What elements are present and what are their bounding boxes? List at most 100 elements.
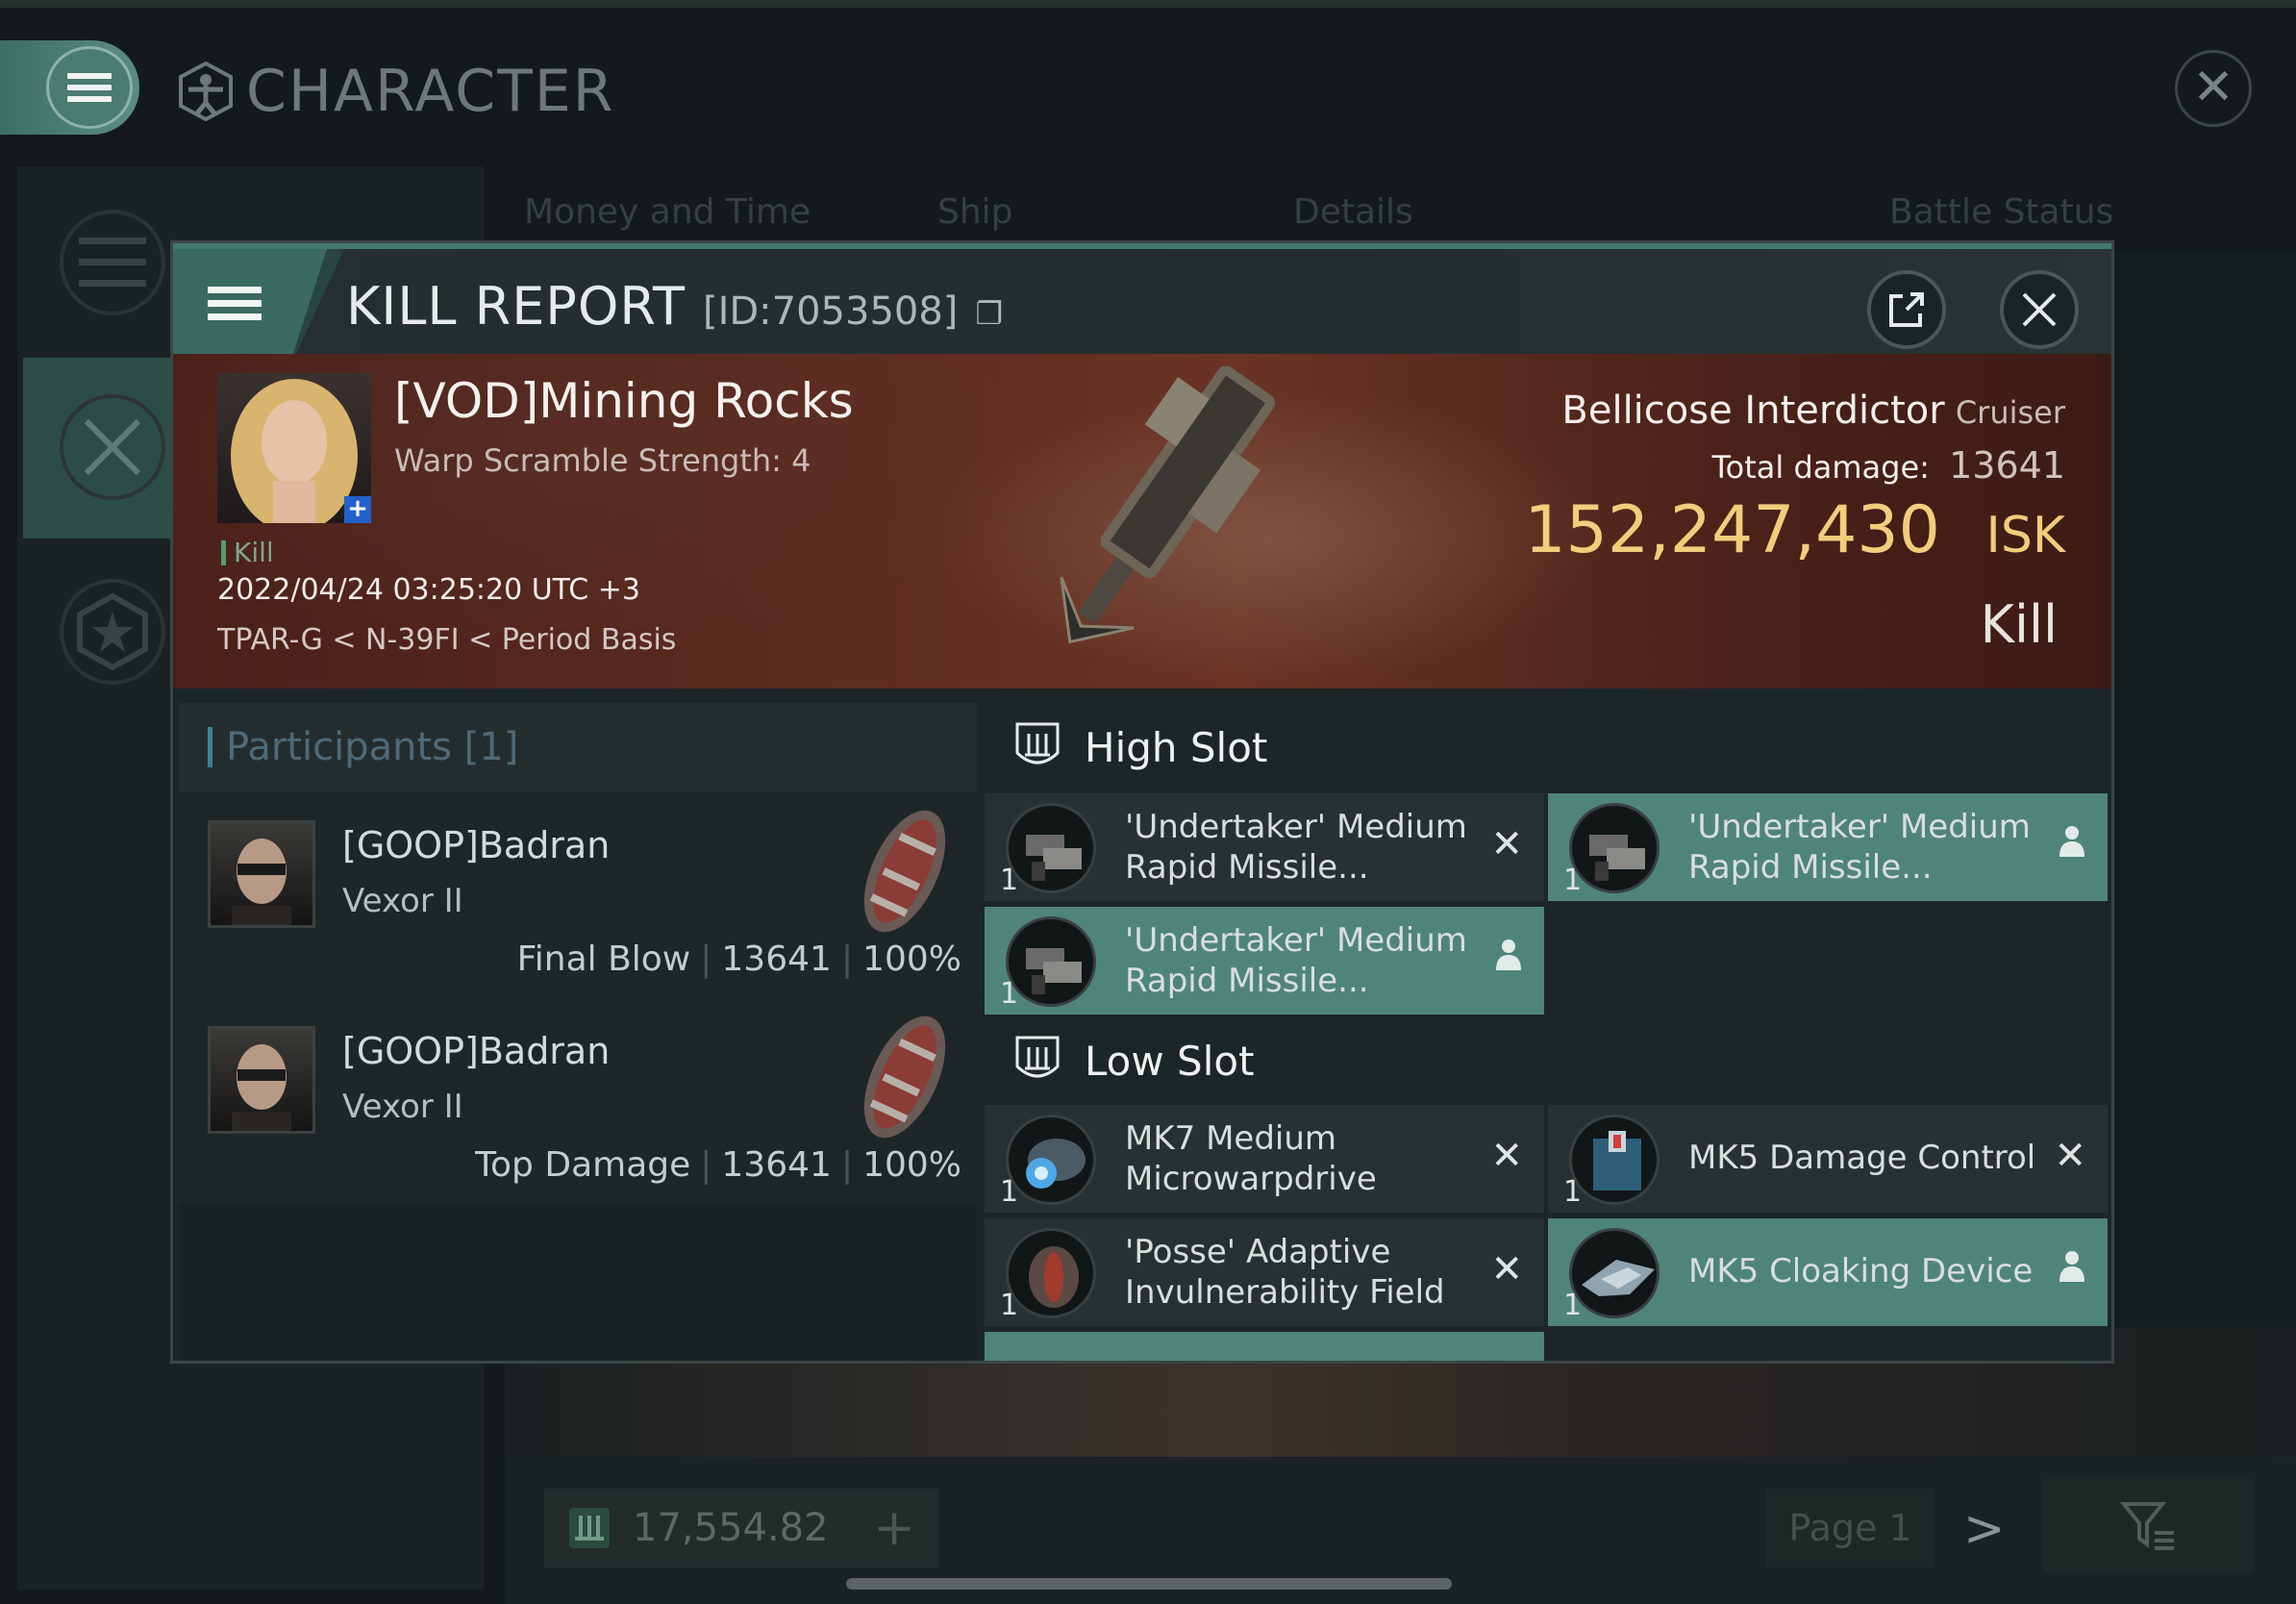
wallet-icon bbox=[569, 1508, 610, 1548]
module-item[interactable]: 1 'Undertaker' Medium Rapid Missile... bbox=[985, 907, 1544, 1015]
attacker-ship: Vexor II bbox=[342, 882, 463, 920]
warp-scramble-strength: Warp Scramble Strength: 4 bbox=[394, 442, 811, 479]
missile-launcher-icon bbox=[1569, 803, 1660, 893]
attacker-damage: 13641 bbox=[721, 1145, 832, 1185]
copy-icon[interactable]: ❐ bbox=[975, 295, 1003, 332]
background-tabs: Money and Time Ship Details Battle Statu… bbox=[505, 173, 2296, 250]
share-button[interactable] bbox=[1867, 270, 1946, 349]
low-slot-header: Low Slot bbox=[985, 1016, 2111, 1105]
filter-icon bbox=[2120, 1502, 2174, 1550]
attacker-name[interactable]: [GOOP]Badran bbox=[342, 1030, 610, 1072]
attacker-percent: 100% bbox=[862, 940, 961, 979]
missile-launcher-icon bbox=[1006, 803, 1096, 893]
total-damage-value: 13641 bbox=[1949, 444, 2065, 487]
tab-battle-status[interactable]: Battle Status bbox=[1889, 192, 2113, 232]
module-label: 'Posse' Adaptive Invulnerability Field bbox=[1125, 1233, 1445, 1312]
victim-name[interactable]: [VOD]Mining Rocks bbox=[394, 373, 854, 429]
kill-tag: Kill bbox=[221, 537, 274, 568]
low-slot-icon bbox=[1015, 1036, 1060, 1078]
module-label: 'Undertaker' Medium Rapid Missile... bbox=[1125, 921, 1467, 1000]
module-quantity: 1 bbox=[1563, 1289, 1583, 1322]
ship-class: Cruiser bbox=[1955, 394, 2065, 431]
attacker-ship-icon bbox=[863, 1015, 946, 1139]
top-border bbox=[0, 0, 2296, 8]
participant-row[interactable]: [GOOP]Badran Vexor II Top Damage | 13641 | 1… bbox=[179, 997, 977, 1203]
victim-portrait[interactable]: + bbox=[217, 373, 371, 523]
attacker-stats: Top Damage | 13641 | 100% bbox=[475, 1145, 961, 1185]
module-item[interactable]: 1 'Undertaker' Medium Rapid Missile... ✕ bbox=[985, 793, 1544, 901]
destroyed-icon: ✕ bbox=[1490, 822, 1523, 866]
module-quantity: 1 bbox=[1563, 1175, 1583, 1209]
modal-title: KILL REPORT [ID:7053508] ❐ bbox=[346, 276, 1003, 337]
tab-ship[interactable]: Ship bbox=[937, 192, 1293, 232]
filter-button[interactable] bbox=[2043, 1479, 2255, 1573]
isk-unit: ISK bbox=[1985, 507, 2065, 564]
module-label: MK5 Cloaking Device bbox=[1688, 1252, 2034, 1291]
ship-name[interactable]: Bellicose Interdictor bbox=[1561, 388, 1944, 433]
main-menu-button[interactable] bbox=[0, 40, 139, 135]
module-item-partial[interactable] bbox=[985, 1332, 1544, 1361]
module-item[interactable]: 1 'Posse' Adaptive Invulnerability Field … bbox=[985, 1218, 1544, 1326]
page-title: CHARACTER bbox=[175, 58, 614, 125]
dropped-person-icon bbox=[2058, 1247, 2086, 1291]
attacker-damage: 13641 bbox=[721, 940, 832, 979]
add-funds-button[interactable]: + bbox=[873, 1499, 915, 1557]
module-item[interactable]: 1 'Undertaker' Medium Rapid Missile... bbox=[1548, 793, 2108, 901]
cloaking-device-icon bbox=[1569, 1228, 1660, 1318]
kill-timestamp: 2022/04/24 03:25:20 UTC +3 bbox=[217, 573, 640, 607]
destroyed-icon: ✕ bbox=[1490, 1247, 1523, 1291]
module-label: MK5 Damage Control bbox=[1688, 1139, 2036, 1177]
modal-menu-button[interactable] bbox=[173, 249, 327, 354]
high-slot-title: High Slot bbox=[1085, 723, 1268, 771]
attacker-percent: 100% bbox=[862, 1145, 961, 1185]
wallet-amount: 17,554.82 bbox=[633, 1506, 829, 1550]
module-item[interactable]: 1 MK5 Cloaking Device bbox=[1548, 1218, 2108, 1326]
module-label: 'Undertaker' Medium Rapid Missile... bbox=[1688, 808, 2031, 887]
list-menu-icon[interactable] bbox=[60, 210, 165, 315]
close-character-button[interactable]: ✕ bbox=[2175, 50, 2252, 127]
result-label: Kill bbox=[1980, 594, 2058, 655]
page-title-text: CHARACTER bbox=[246, 58, 615, 125]
fitting-panel: High Slot 1 'Undertaker' Medium Rapid Mis… bbox=[985, 703, 2111, 1361]
modal-header: KILL REPORT [ID:7053508] ❐ bbox=[173, 243, 2111, 354]
high-slot-header: High Slot bbox=[985, 703, 2111, 791]
next-page-icon[interactable]: > bbox=[1963, 1500, 2006, 1558]
close-icon bbox=[2022, 292, 2057, 327]
home-indicator bbox=[846, 1578, 1452, 1590]
combat-icon[interactable] bbox=[60, 394, 165, 500]
attacker-role: Top Damage bbox=[475, 1145, 691, 1185]
attacker-ship-icon bbox=[863, 810, 946, 933]
menu-icon-circle bbox=[46, 46, 133, 129]
page-indicator: Page 1 bbox=[1766, 1489, 1934, 1567]
tab-money-and-time[interactable]: Money and Time bbox=[524, 192, 937, 232]
hamburger-icon bbox=[67, 67, 112, 108]
share-icon bbox=[1889, 292, 1924, 327]
destroyed-icon: ✕ bbox=[1490, 1134, 1523, 1178]
add-contact-icon[interactable]: + bbox=[344, 496, 371, 523]
module-item[interactable]: 1 MK5 Damage Control ✕ bbox=[1548, 1105, 2108, 1213]
module-quantity: 1 bbox=[1000, 864, 1019, 897]
kill-location[interactable]: TPAR-G < N-39FI < Period Basis bbox=[217, 623, 676, 657]
attacker-name[interactable]: [GOOP]Badran bbox=[342, 824, 610, 866]
close-modal-button[interactable] bbox=[2000, 270, 2079, 349]
total-damage-label: Total damage: bbox=[1711, 449, 1930, 486]
star-icon[interactable] bbox=[60, 579, 165, 685]
module-label: MK7 Medium Microwarpdrive bbox=[1125, 1119, 1377, 1198]
dropped-person-icon bbox=[2058, 822, 2086, 866]
missile-launcher-icon bbox=[1006, 916, 1096, 1007]
module-item[interactable]: 1 MK7 Medium Microwarpdrive ✕ bbox=[985, 1105, 1544, 1213]
module-label: 'Undertaker' Medium Rapid Missile... bbox=[1125, 808, 1467, 887]
high-slot-icon bbox=[1015, 722, 1060, 764]
modal-title-text: KILL REPORT bbox=[346, 276, 686, 337]
module-quantity: 1 bbox=[1563, 864, 1583, 897]
victim-banner: + [VOD]Mining Rocks Warp Scramble Streng… bbox=[173, 354, 2111, 689]
hamburger-icon bbox=[208, 280, 262, 327]
tab-details[interactable]: Details bbox=[1293, 192, 1889, 232]
attacker-avatar bbox=[208, 820, 315, 928]
participants-header[interactable]: Participants [1] bbox=[179, 703, 977, 791]
damage-control-icon bbox=[1569, 1115, 1660, 1205]
module-quantity: 1 bbox=[1000, 1289, 1019, 1322]
participants-panel: Participants [1] [GOOP]Badran Vexor II F… bbox=[179, 703, 977, 1361]
participant-row[interactable]: [GOOP]Badran Vexor II Final Blow | 13641 | 1… bbox=[179, 791, 977, 997]
kill-report-modal: KILL REPORT [ID:7053508] ❐ + [VOD]Mining… bbox=[170, 240, 2114, 1364]
